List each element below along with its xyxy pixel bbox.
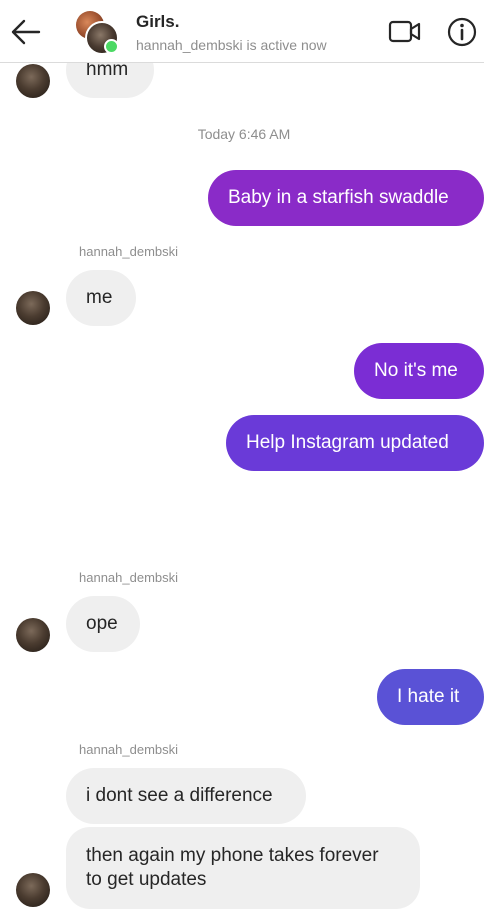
message-bubble-incoming[interactable]: me [66,270,136,326]
message-text: No it's me [374,360,458,381]
message-bubble-outgoing[interactable]: No it's me [354,343,484,399]
timestamp: Today 6:46 AM [197,126,291,142]
message-text: Help Instagram updated [246,432,449,453]
message-text: i dont see a difference [86,785,273,806]
chat-header: Girls. hannah_dembski is active now [0,0,484,63]
video-camera-icon [388,20,421,43]
sender-avatar[interactable] [16,618,50,652]
chat-title[interactable]: Girls. [136,12,179,32]
info-button[interactable] [446,16,478,48]
message-bubble-outgoing[interactable]: Baby in a starfish swaddle [208,170,484,226]
message-text: I hate it [397,686,460,707]
online-indicator [104,39,119,54]
group-avatar[interactable] [76,11,119,55]
back-button[interactable] [8,14,44,50]
message-text: then again my phone takes forever to get… [86,845,379,890]
sender-avatar[interactable] [16,64,50,98]
sender-name: hannah_dembski [79,244,179,259]
message-text: ope [86,613,118,634]
active-status: hannah_dembski is active now [136,37,327,53]
sender-name: hannah_dembski [79,570,179,585]
message-bubble-outgoing[interactable]: I hate it [377,669,484,725]
message-text: Baby in a starfish swaddle [228,187,449,208]
message-text: me [86,287,113,308]
video-call-button[interactable] [388,18,422,46]
message-bubble-incoming[interactable]: i dont see a difference [66,768,306,824]
info-icon [447,17,477,47]
message-bubble-outgoing[interactable]: Help Instagram updated [226,415,484,471]
message-bubble-incoming[interactable]: then again my phone takes forever to get… [66,827,420,909]
sender-avatar[interactable] [16,873,50,907]
sender-name: hannah_dembski [79,742,179,757]
sender-avatar[interactable] [16,291,50,325]
arrow-left-icon [11,19,41,45]
message-bubble-incoming[interactable]: ope [66,596,140,652]
